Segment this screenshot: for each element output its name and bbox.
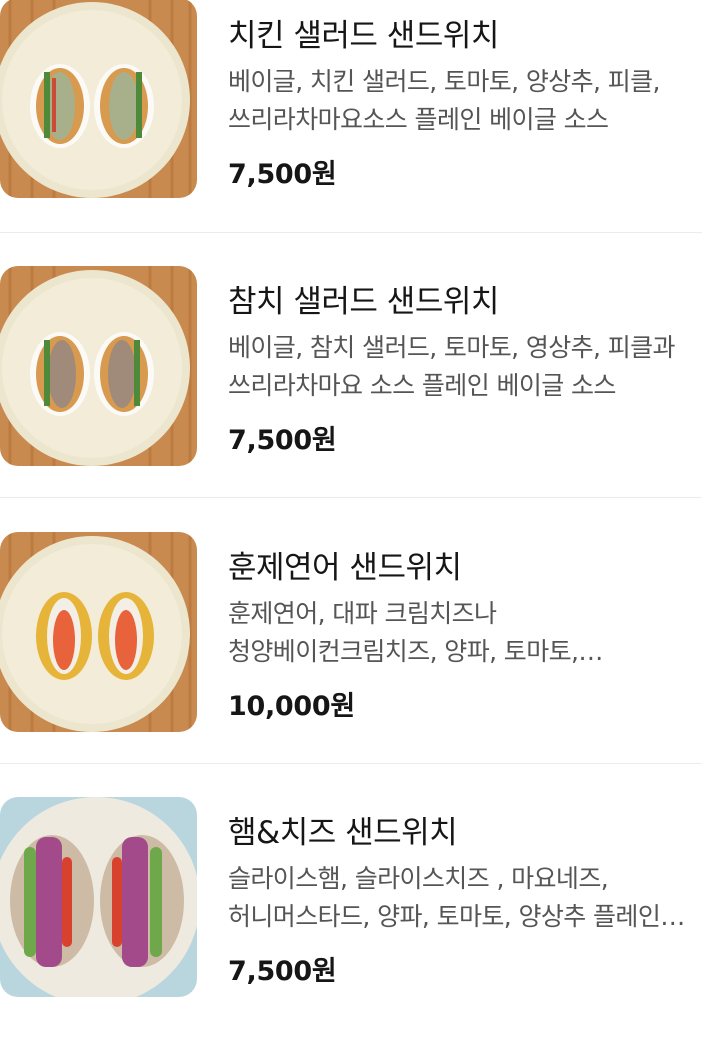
menu-item-photo: [0, 266, 197, 466]
menu-item-photo: [0, 0, 197, 198]
menu-item-description: 베이글, 치킨 샐러드, 토마토, 양상추, 피클, 쓰리라차마요소스 플레인 …: [228, 67, 660, 134]
menu-item-ham-cheese[interactable]: 햄&치즈 샌드위치 슬라이스햄, 슬라이스치즈 , 마요네즈, 허니머스타드, …: [0, 797, 717, 1063]
menu-item-title: 훈제연어 샌드위치: [228, 550, 462, 586]
menu-item-photo: [0, 532, 197, 732]
menu-item-price: 10,000원: [228, 691, 355, 722]
divider: [0, 763, 702, 764]
menu-item-photo: [0, 797, 197, 997]
menu-item-title: 참치 샐러드 샌드위치: [228, 284, 499, 320]
menu-item-price: 7,500원: [228, 956, 337, 987]
menu-item-title: 치킨 샐러드 샌드위치: [228, 18, 499, 54]
divider: [0, 497, 702, 498]
menu-item-title: 햄&치즈 샌드위치: [228, 815, 458, 851]
divider: [0, 232, 702, 233]
menu-item-price: 7,500원: [228, 159, 337, 190]
menu-item-tuna-salad[interactable]: 참치 샐러드 샌드위치 베이글, 참치 샐러드, 토마토, 영상추, 피클과 쓰…: [0, 266, 717, 532]
menu-item-smoked-salmon[interactable]: 훈제연어 샌드위치 훈제연어, 대파 크림치즈나 청양베이컨크림치즈, 양파, …: [0, 532, 717, 798]
menu-item-price: 7,500원: [228, 425, 337, 456]
menu-item-chicken-salad[interactable]: 치킨 샐러드 샌드위치 베이글, 치킨 샐러드, 토마토, 양상추, 피클, 쓰…: [0, 0, 717, 266]
menu-item-description: 베이글, 참치 샐러드, 토마토, 영상추, 피클과 쓰리라차마요 소스 플레인…: [228, 333, 676, 400]
menu-item-description: 훈제연어, 대파 크림치즈나 청양베이컨크림치즈, 양파, 토마토, 쓰리라차마…: [228, 599, 579, 666]
menu-item-description: 슬라이스햄, 슬라이스치즈 , 마요네즈, 허니머스타드, 양파, 토마토, 양…: [228, 864, 661, 931]
